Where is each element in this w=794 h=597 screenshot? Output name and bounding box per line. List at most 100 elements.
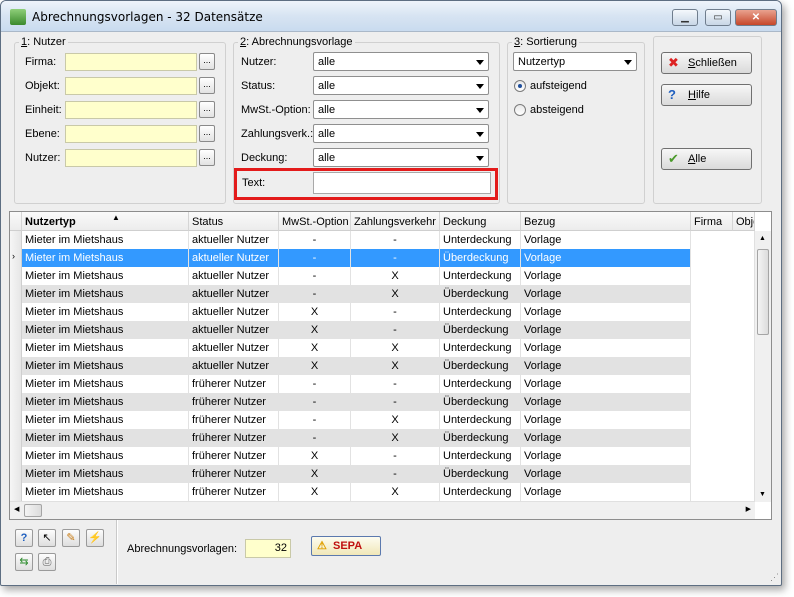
table-row[interactable]: Mieter im Mietshaus früherer Nutzer - X Unte…	[10, 411, 691, 429]
table-row[interactable]: Mieter im Mietshaus aktueller Nutzer - X Unt…	[10, 267, 691, 285]
row-indicator[interactable]	[10, 483, 22, 501]
row-indicator[interactable]	[10, 321, 22, 339]
column-header-nutzertyp[interactable]: Nutzertyp ▲	[22, 212, 189, 231]
column-header-zahlungsverkehr[interactable]: Zahlungsverkehr	[351, 212, 440, 231]
cell-nutzertyp: Mieter im Mietshaus	[22, 267, 189, 285]
table-row[interactable]: Mieter im Mietshaus früherer Nutzer - X Über…	[10, 429, 691, 447]
table-row[interactable]: Mieter im Mietshaus früherer Nutzer X - Unte…	[10, 447, 691, 465]
scroll-left-icon[interactable]: ◀	[14, 505, 19, 513]
lightning-icon[interactable]: ⚡	[86, 529, 104, 547]
cell-mwst: X	[279, 303, 351, 321]
filter-deckung-select[interactable]: alle	[313, 148, 489, 167]
horizontal-scroll-thumb[interactable]	[24, 504, 42, 517]
text-filter-input[interactable]	[313, 172, 491, 194]
einheit-browse-button[interactable]: ...	[199, 101, 215, 118]
refresh-icon[interactable]: ⇆	[15, 553, 33, 571]
help-icon[interactable]: ?	[15, 529, 33, 547]
scroll-up-icon[interactable]: ▲	[759, 235, 766, 242]
row-indicator[interactable]	[10, 393, 22, 411]
table-row[interactable]: Mieter im Mietshaus früherer Nutzer X - Über…	[10, 465, 691, 483]
help-button[interactable]: ? Hilfe	[661, 84, 752, 106]
row-indicator[interactable]	[10, 285, 22, 303]
pointer-icon[interactable]: ↖	[38, 529, 56, 547]
cell-mwst: -	[279, 267, 351, 285]
nutzer-field[interactable]	[65, 149, 197, 167]
cell-deckung: Unterdeckung	[440, 231, 521, 249]
filter-status-select[interactable]: alle	[313, 76, 489, 95]
row-indicator[interactable]	[10, 303, 22, 321]
table-row[interactable]: Mieter im Mietshaus aktueller Nutzer X - Unt…	[10, 303, 691, 321]
row-indicator[interactable]	[10, 465, 22, 483]
cell-bezug: Vorlage	[521, 393, 691, 411]
row-indicator[interactable]	[10, 447, 22, 465]
row-indicator[interactable]	[10, 411, 22, 429]
column-header-mwst[interactable]: MwSt.-Option	[279, 212, 351, 231]
scroll-right-icon[interactable]: ▶	[746, 505, 751, 513]
cell-mwst: X	[279, 447, 351, 465]
firma-browse-button[interactable]: ...	[199, 53, 215, 70]
warning-icon: ⚠	[317, 540, 327, 552]
firma-label: Firma:	[25, 56, 57, 68]
filter-zahlungsverk-select[interactable]: alle	[313, 124, 489, 143]
row-indicator[interactable]: ›	[10, 249, 22, 267]
table-row[interactable]: Mieter im Mietshaus früherer Nutzer X X Unte…	[10, 483, 691, 501]
table-row[interactable]: Mieter im Mietshaus früherer Nutzer - - Über…	[10, 393, 691, 411]
nutzer-browse-button[interactable]: ...	[199, 149, 215, 166]
firma-field[interactable]	[65, 53, 197, 71]
ebene-browse-button[interactable]: ...	[199, 125, 215, 142]
filter-mwst-select[interactable]: alle	[313, 100, 489, 119]
horizontal-scrollbar[interactable]: ◀ ▶	[10, 501, 755, 519]
cell-zahlungsverkehr: -	[351, 231, 440, 249]
vertical-scrollbar[interactable]: ▲ ▼	[754, 231, 771, 502]
close-button[interactable]: ✕	[735, 9, 777, 26]
column-header-deckung[interactable]: Deckung	[440, 212, 521, 231]
table-row[interactable]: Mieter im Mietshaus aktueller Nutzer - - Unt…	[10, 231, 691, 249]
select-all-button[interactable]: ✔ Alle	[661, 148, 752, 170]
resize-grip-icon[interactable]: ⋰	[770, 572, 779, 583]
row-indicator[interactable]	[10, 357, 22, 375]
cell-deckung: Unterdeckung	[440, 483, 521, 501]
cell-nutzertyp: Mieter im Mietshaus	[22, 483, 189, 501]
objekt-field[interactable]	[65, 77, 197, 95]
print-icon[interactable]: ⎙	[38, 553, 56, 571]
minimize-button[interactable]: ▁	[672, 9, 698, 26]
column-header-bezug[interactable]: Bezug	[521, 212, 691, 231]
row-indicator[interactable]	[10, 267, 22, 285]
table-row[interactable]: Mieter im Mietshaus aktueller Nutzer - X Übe…	[10, 285, 691, 303]
cell-zahlungsverkehr: X	[351, 411, 440, 429]
filter-nutzer-label: Nutzer:	[241, 56, 277, 68]
table-row[interactable]: Mieter im Mietshaus aktueller Nutzer X X Übe…	[10, 357, 691, 375]
cell-status: früherer Nutzer	[189, 465, 279, 483]
sepa-button[interactable]: ⚠ SEPA	[311, 536, 381, 556]
ebene-field[interactable]	[65, 125, 197, 143]
maximize-button[interactable]: ▭	[705, 9, 731, 26]
filter-nutzer-select[interactable]: alle	[313, 52, 489, 71]
sort-descending-label[interactable]: absteigend	[530, 104, 584, 116]
cell-deckung: Unterdeckung	[440, 447, 521, 465]
column-header-objekt[interactable]: Obje	[733, 212, 755, 231]
vertical-scroll-thumb[interactable]	[757, 249, 769, 335]
table-row[interactable]: Mieter im Mietshaus aktueller Nutzer X X Unt…	[10, 339, 691, 357]
sort-ascending-radio[interactable]	[514, 80, 526, 92]
einheit-field[interactable]	[65, 101, 197, 119]
column-header-status[interactable]: Status	[189, 212, 279, 231]
table-row[interactable]: Mieter im Mietshaus früherer Nutzer - - Unte…	[10, 375, 691, 393]
objekt-browse-button[interactable]: ...	[199, 77, 215, 94]
cell-zahlungsverkehr: -	[351, 447, 440, 465]
table-row[interactable]: Mieter im Mietshaus aktueller Nutzer X - Übe…	[10, 321, 691, 339]
row-indicator[interactable]	[10, 231, 22, 249]
sort-field-select[interactable]: Nutzertyp	[513, 52, 637, 71]
title-bar[interactable]: Abrechnungsvorlagen - 32 Datensätze ▁ ▭ …	[1, 1, 781, 32]
sort-descending-radio[interactable]	[514, 104, 526, 116]
edit-icon[interactable]: ✎	[62, 529, 80, 547]
row-indicator[interactable]	[10, 429, 22, 447]
cell-mwst: X	[279, 339, 351, 357]
table-row[interactable]: › Mieter im Mietshaus aktueller Nutzer - - Üb…	[10, 249, 691, 267]
row-indicator[interactable]	[10, 375, 22, 393]
cell-deckung: Überdeckung	[440, 429, 521, 447]
scroll-down-icon[interactable]: ▼	[759, 491, 766, 498]
close-dialog-button[interactable]: ✖ Schließen	[661, 52, 752, 74]
column-header-firma[interactable]: Firma	[691, 212, 733, 231]
row-indicator[interactable]	[10, 339, 22, 357]
sort-ascending-label[interactable]: aufsteigend	[530, 80, 587, 92]
